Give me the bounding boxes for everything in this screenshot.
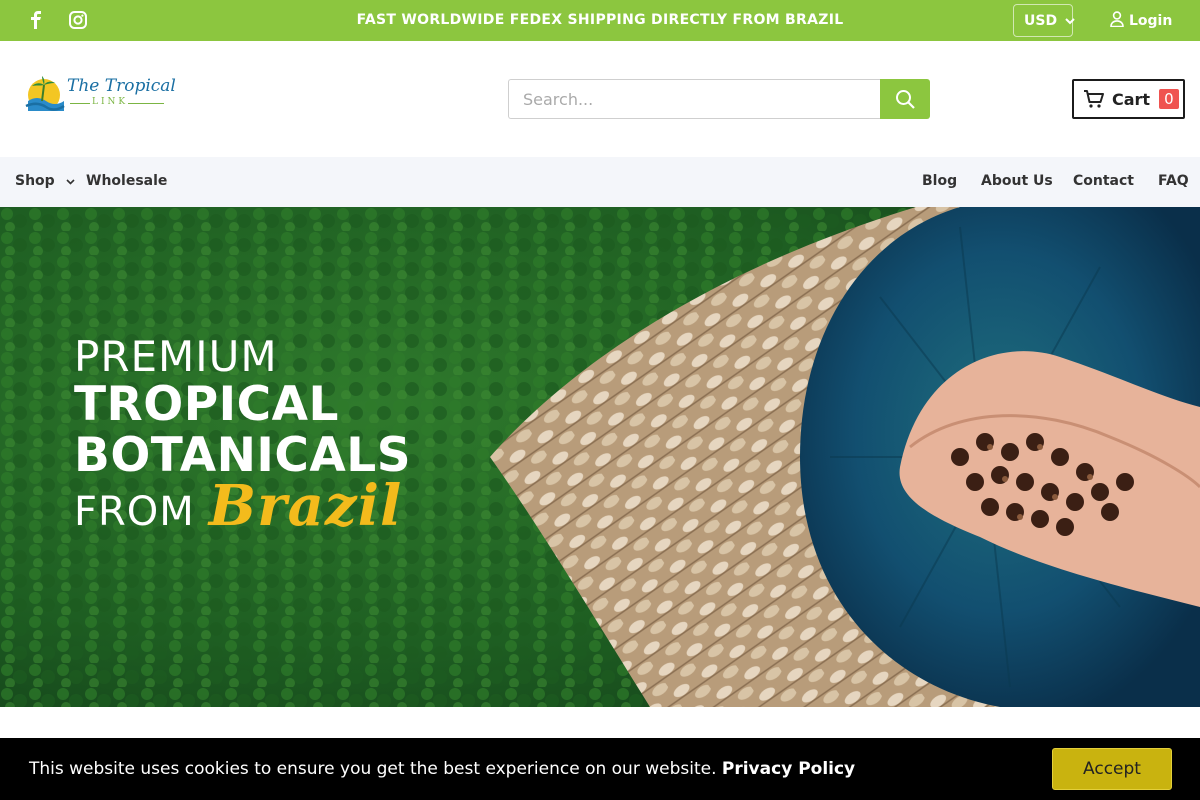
hero-brazil: Brazil xyxy=(208,473,403,539)
privacy-policy-link[interactable]: Privacy Policy xyxy=(722,759,855,779)
hero-banner[interactable]: PREMIUM TROPICAL BOTANICALS FROM Brazil xyxy=(0,207,1200,707)
logo[interactable]: The Tropical LINK xyxy=(22,73,176,117)
nav-item-label: Shop xyxy=(15,173,55,189)
cart-label: Cart xyxy=(1112,89,1151,109)
login-link[interactable]: Login xyxy=(1110,11,1172,31)
logo-title: The Tropical xyxy=(67,76,176,96)
hero-from: FROM xyxy=(74,489,195,535)
chevron-down-icon xyxy=(66,173,75,189)
login-label: Login xyxy=(1129,13,1173,29)
cart-button[interactable]: Cart 0 xyxy=(1072,79,1185,119)
cookie-message: This website uses cookies to ensure you … xyxy=(29,759,717,779)
site-header: The Tropical LINK Cart 0 xyxy=(0,41,1200,157)
currency-value: USD xyxy=(1024,12,1058,29)
main-navigation: Shop Wholesale Blog About Us Contact FAQ xyxy=(0,157,1200,207)
nav-item-about-us[interactable]: About Us xyxy=(981,173,1053,189)
cart-icon xyxy=(1084,90,1104,108)
logo-divider xyxy=(128,103,164,104)
palm-logo-icon xyxy=(25,76,65,111)
cart-count-badge: 0 xyxy=(1159,89,1179,109)
search-bar xyxy=(508,79,930,119)
logo-divider xyxy=(70,103,90,104)
nav-item-wholesale[interactable]: Wholesale xyxy=(86,173,167,189)
cookie-banner: This website uses cookies to ensure you … xyxy=(0,738,1200,800)
cookie-message-wrap: This website uses cookies to ensure you … xyxy=(29,759,855,779)
nav-item-faq[interactable]: FAQ xyxy=(1158,173,1189,189)
search-icon xyxy=(896,90,915,109)
hero-line-premium: PREMIUM xyxy=(74,332,278,381)
search-input[interactable] xyxy=(508,79,880,119)
accept-cookies-button[interactable]: Accept xyxy=(1052,748,1172,790)
nav-item-shop[interactable]: Shop xyxy=(15,173,75,189)
nav-item-blog[interactable]: Blog xyxy=(922,173,957,189)
currency-selector[interactable]: USD xyxy=(1013,4,1075,37)
announcement-bar: FAST WORLDWIDE FEDEX SHIPPING DIRECTLY F… xyxy=(0,0,1200,41)
user-icon xyxy=(1110,11,1124,31)
hero-line-tropical: TROPICAL xyxy=(74,377,339,432)
nav-item-contact[interactable]: Contact xyxy=(1073,173,1134,189)
search-button[interactable] xyxy=(880,79,930,119)
hero-headline: PREMIUM TROPICAL BOTANICALS FROM Brazil xyxy=(74,335,411,537)
chevron-down-icon xyxy=(1065,13,1075,29)
hero-line-from-brazil: FROM Brazil xyxy=(74,473,411,539)
logo-subtitle: LINK xyxy=(92,97,129,107)
